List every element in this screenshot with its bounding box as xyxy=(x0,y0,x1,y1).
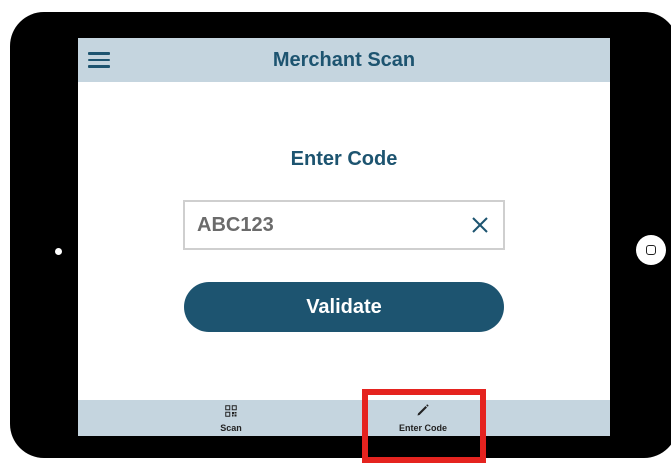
section-title: Enter Code xyxy=(290,148,398,170)
close-icon[interactable] xyxy=(465,209,495,241)
nav-label-enter-code: Enter Code xyxy=(398,423,447,433)
nav-item-scan[interactable]: Scan xyxy=(196,400,266,436)
validate-button[interactable]: Validate xyxy=(184,282,504,332)
code-field[interactable] xyxy=(183,200,505,250)
app-screen: Merchant Scan Enter Code Validate xyxy=(78,38,610,436)
pencil-icon xyxy=(416,403,430,422)
camera-icon xyxy=(55,248,62,255)
hamburger-menu-icon[interactable] xyxy=(88,49,110,69)
enter-code-panel: Enter Code Validate xyxy=(78,82,610,400)
home-button[interactable] xyxy=(636,235,666,265)
code-input[interactable] xyxy=(185,202,465,248)
bottom-nav: Scan Enter Code xyxy=(78,400,610,436)
app-title: Merchant Scan xyxy=(272,48,416,71)
qr-code-icon xyxy=(225,404,237,422)
home-button-icon xyxy=(646,245,656,255)
app-bar: Merchant Scan xyxy=(78,38,610,82)
nav-label-scan: Scan xyxy=(220,422,242,433)
nav-item-enter-code[interactable]: Enter Code xyxy=(378,400,468,436)
